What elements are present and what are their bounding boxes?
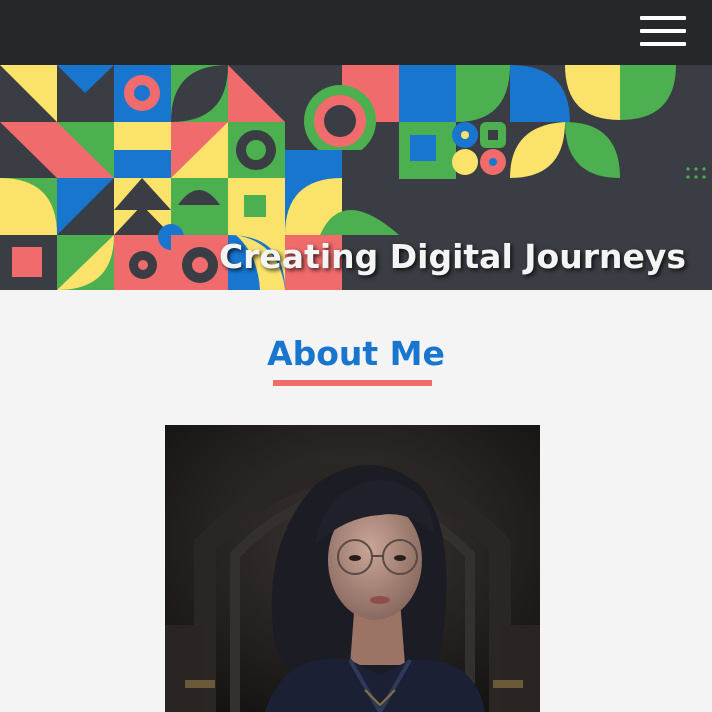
top-navigation-bar bbox=[0, 0, 712, 65]
hamburger-line bbox=[640, 16, 686, 20]
heading-underline bbox=[273, 380, 432, 386]
hamburger-line bbox=[640, 29, 686, 33]
hamburger-menu-icon[interactable] bbox=[640, 16, 686, 46]
profile-portrait-image bbox=[165, 425, 540, 712]
about-heading: About Me bbox=[267, 334, 445, 373]
hamburger-line bbox=[640, 42, 686, 46]
hero-banner: Creating Digital Journeys bbox=[0, 65, 712, 290]
portrait-illustration bbox=[165, 425, 540, 712]
banner-title: Creating Digital Journeys bbox=[218, 237, 686, 276]
